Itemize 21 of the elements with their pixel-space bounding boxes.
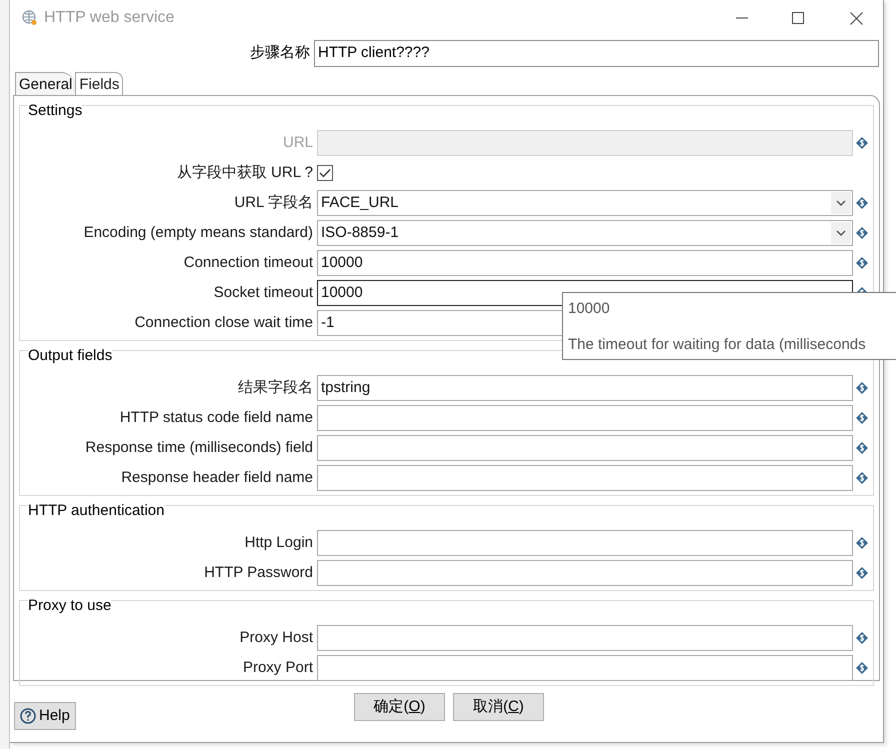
field-label: Connection close wait time	[134, 312, 313, 333]
field-label: Response time (milliseconds) field	[85, 438, 313, 458]
window-title: HTTP web service	[44, 8, 174, 28]
field-label: Connection timeout	[184, 252, 313, 273]
field-label: URL	[282, 132, 313, 153]
tooltip-text: The timeout for waiting for data (milliseconds	[568, 334, 867, 354]
field-label: Http Login	[244, 532, 313, 553]
field-label: HTTP status code field name	[120, 408, 313, 428]
field-label: Encoding (empty means standard)	[84, 222, 313, 243]
field-label: 从字段中获取 URL ?	[176, 162, 313, 183]
field-label: Proxy Host	[240, 628, 313, 648]
field-label: 结果字段名	[238, 378, 313, 398]
group-title: Output fields	[28, 347, 112, 364]
field-label: HTTP Password	[204, 562, 313, 583]
step-name-label: 步骤名称	[250, 42, 310, 63]
field-label: Socket timeout	[214, 282, 313, 303]
group-title: Proxy to use	[28, 597, 112, 614]
field-label: URL 字段名	[234, 192, 313, 213]
group-title: Settings	[28, 102, 82, 119]
field-label: Response header field name	[121, 468, 313, 488]
field-label: Proxy Port	[242, 658, 313, 678]
